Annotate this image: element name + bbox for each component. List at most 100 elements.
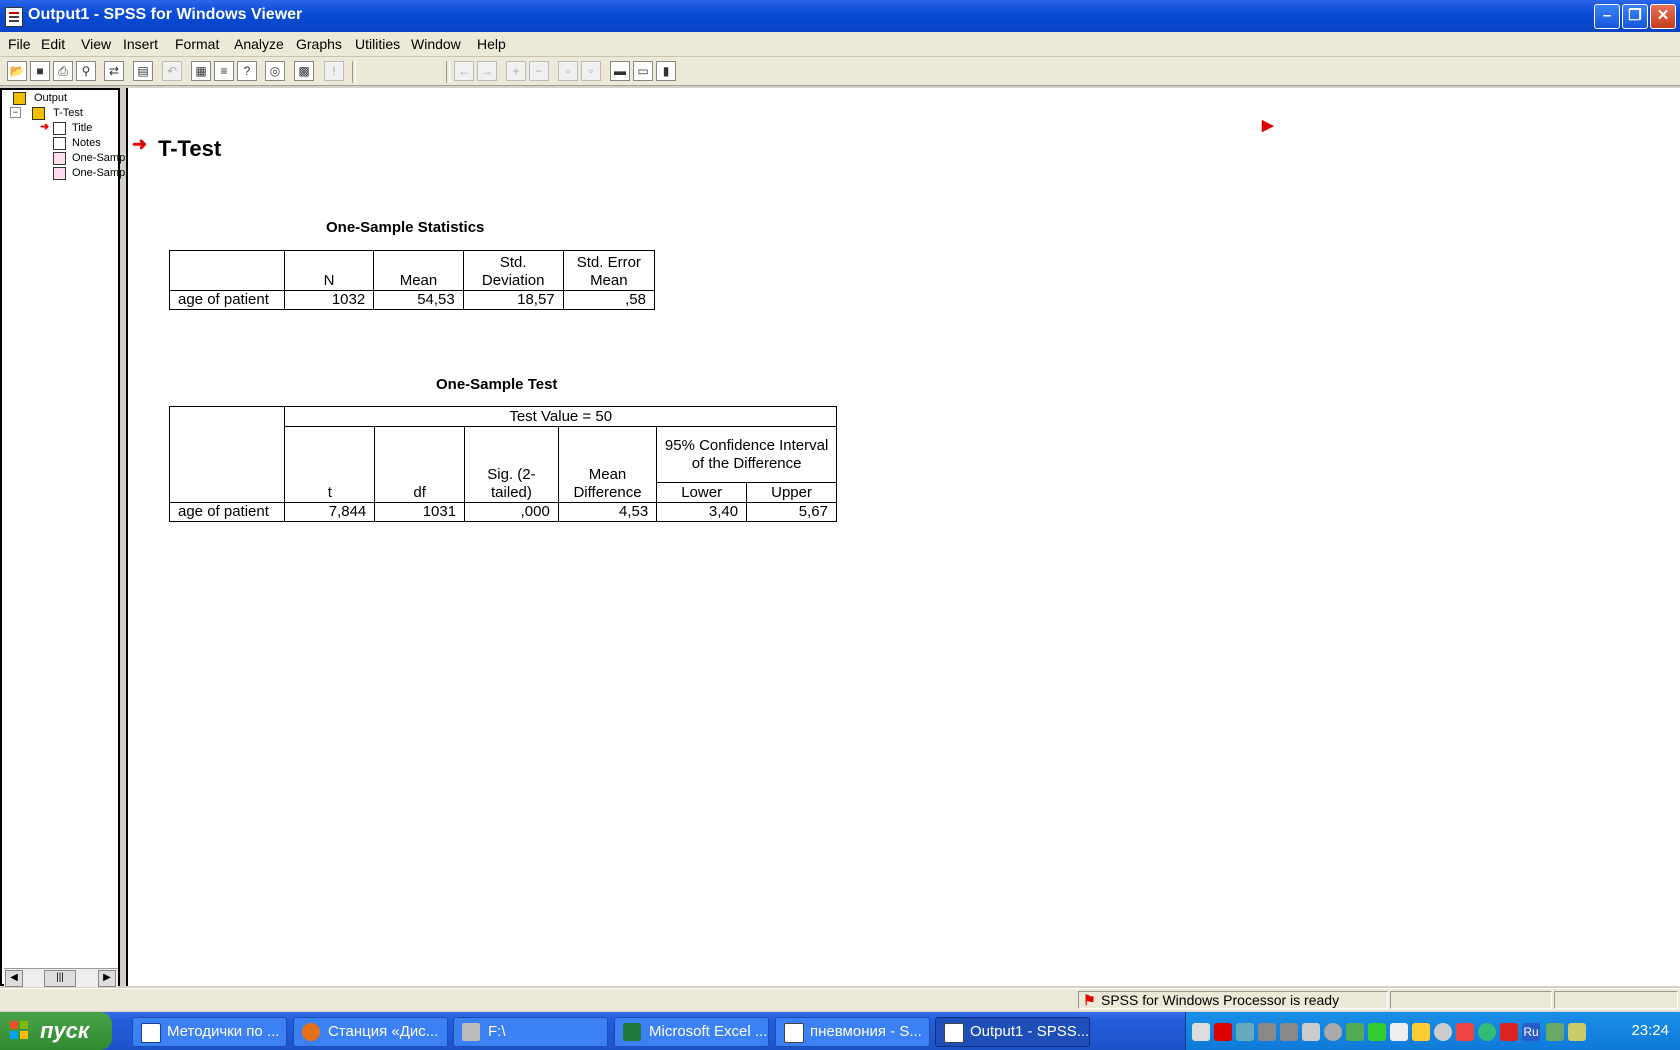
spss-tray-icon[interactable] [1192,1023,1210,1041]
speaker-icon[interactable] [1324,1023,1342,1041]
table-icon [53,152,66,165]
task-button-explorer[interactable]: F:\ [453,1017,608,1047]
use-sets-icon[interactable]: ◎ [265,61,285,81]
spss-icon [944,1023,964,1043]
stats-header-n: N [283,250,375,291]
scroll-thumb[interactable]: ||| [44,970,76,987]
menu-edit[interactable]: Edit [41,36,65,52]
menu-file[interactable]: File [8,36,31,52]
stats-table-title[interactable]: One-Sample Statistics [326,219,484,236]
alert-icon[interactable] [1500,1023,1518,1041]
refresh-icon[interactable] [1368,1023,1386,1041]
test-row-label: age of patient [168,502,286,522]
current-item-arrow-icon: ➜ [40,121,50,133]
monitor-icon[interactable] [1412,1023,1430,1041]
maximize-button[interactable]: ❐ [1622,4,1648,29]
collapse-toggle-icon[interactable]: − [10,107,21,118]
undo-icon[interactable]: ↶ [162,61,182,81]
network-disconnected-icon[interactable] [1280,1023,1298,1041]
variables-icon[interactable]: ? [237,61,257,81]
task-button-excel[interactable]: Microsoft Excel ... [614,1017,769,1047]
menu-analyze[interactable]: Analyze [234,36,284,52]
task-button-spss-data[interactable]: пневмония - S... [775,1017,930,1047]
security-icon[interactable] [1346,1023,1364,1041]
insert-heading-icon[interactable]: ▬ [610,61,630,81]
collapse-icon[interactable]: − [529,61,549,81]
scroll-right-icon[interactable]: ▶ [98,970,116,987]
test-value-upper: 5,67 [746,502,837,522]
designate-window-icon[interactable]: ▩ [294,61,314,81]
insert-title-icon[interactable]: ▭ [633,61,653,81]
test-table-title[interactable]: One-Sample Test [436,376,557,393]
print-preview-icon[interactable]: ⚲ [76,61,96,81]
battery-icon[interactable] [1390,1023,1408,1041]
print-icon[interactable]: ⎙ [53,61,73,81]
goto-data-icon[interactable]: ▦ [191,61,211,81]
current-item-arrow-icon: ➜ [132,134,148,154]
network-disconnected-icon[interactable] [1258,1023,1276,1041]
status-text: SPSS for Windows Processor is ready [1101,992,1340,1008]
antivirus-icon[interactable] [1456,1023,1474,1041]
disc-icon[interactable] [1434,1023,1452,1041]
status-bar: ⚑ SPSS for Windows Processor is ready [0,988,1680,1011]
menu-utilities[interactable]: Utilities [355,36,400,52]
toolbar-separator [352,61,356,83]
save-icon[interactable]: ■ [30,61,50,81]
tree-item-notes[interactable]: Notes [72,137,101,149]
test-value-t: 7,844 [284,502,376,522]
settings-icon[interactable] [1302,1023,1320,1041]
stats-table[interactable]: N Mean Std. Deviation Std. Error Mean ag… [169,250,656,310]
title-bar: Output1 - SPSS for Windows Viewer – ❐ ✕ [0,0,1680,32]
export-icon[interactable]: ⇄ [104,61,124,81]
test-corner-cell [168,406,286,503]
run-icon[interactable]: ! [324,61,344,81]
usb-icon[interactable] [1568,1023,1586,1041]
signal-icon[interactable] [1546,1023,1564,1041]
clock[interactable]: 23:24 [1631,1022,1669,1039]
test-table[interactable]: Test Value = 50 t df Sig. (2-tailed) Mea… [168,406,837,522]
firefox-icon [302,1023,320,1041]
book-icon [32,107,45,120]
minimize-button[interactable]: – [1594,4,1620,29]
test-value-header: Test Value = 50 [284,406,837,427]
show-icon[interactable]: ▫ [558,61,578,81]
tree-item-output[interactable]: Output [34,92,67,104]
goto-case-icon[interactable]: ≡ [214,61,234,81]
task-button-spss-output[interactable]: Output1 - SPSS... [935,1017,1090,1047]
tree-item-one-sample-test[interactable]: One-Samp [72,167,125,179]
close-button[interactable]: ✕ [1650,4,1676,29]
menu-format[interactable]: Format [175,36,219,52]
hide-icon[interactable]: ▫ [581,61,601,81]
update-icon[interactable] [1478,1023,1496,1041]
window-title: Output1 - SPSS for Windows Viewer [28,6,303,23]
ati-icon[interactable] [1214,1023,1232,1041]
scroll-left-icon[interactable]: ◀ [5,970,23,987]
insert-text-icon[interactable]: ▮ [656,61,676,81]
tree-item-title[interactable]: Title [72,122,92,134]
spss-viewer-icon[interactable] [5,7,23,27]
menu-window[interactable]: Window [411,36,461,52]
output-heading[interactable]: T-Test [158,136,221,162]
task-button-word[interactable]: Методички по ... [132,1017,287,1047]
tree-item-t-test[interactable]: T-Test [53,107,83,119]
language-indicator[interactable]: Ru [1522,1023,1540,1041]
excel-icon [623,1023,641,1041]
open-icon[interactable]: 📂 [7,61,27,81]
demote-icon[interactable]: → [477,61,497,81]
test-value-lower: 3,40 [656,502,748,522]
pen-icon[interactable] [1236,1023,1254,1041]
test-header-ci: 95% Confidence Interval of the Differenc… [656,426,837,483]
start-button[interactable]: пуск [0,1012,112,1050]
menu-insert[interactable]: Insert [123,36,158,52]
dialog-recall-icon[interactable]: ▤ [133,61,153,81]
promote-icon[interactable]: ← [454,61,474,81]
expand-icon[interactable]: + [506,61,526,81]
menu-view[interactable]: View [81,36,111,52]
task-button-firefox[interactable]: Станция «Дис... [293,1017,448,1047]
task-label: Output1 - SPSS... [970,1023,1090,1040]
tree-item-one-sample-statistics[interactable]: One-Samp [72,152,125,164]
word-icon [141,1023,161,1043]
menu-help[interactable]: Help [477,36,506,52]
outline-horizontal-scrollbar[interactable]: ◀ ||| ▶ [4,968,118,987]
menu-graphs[interactable]: Graphs [296,36,342,52]
